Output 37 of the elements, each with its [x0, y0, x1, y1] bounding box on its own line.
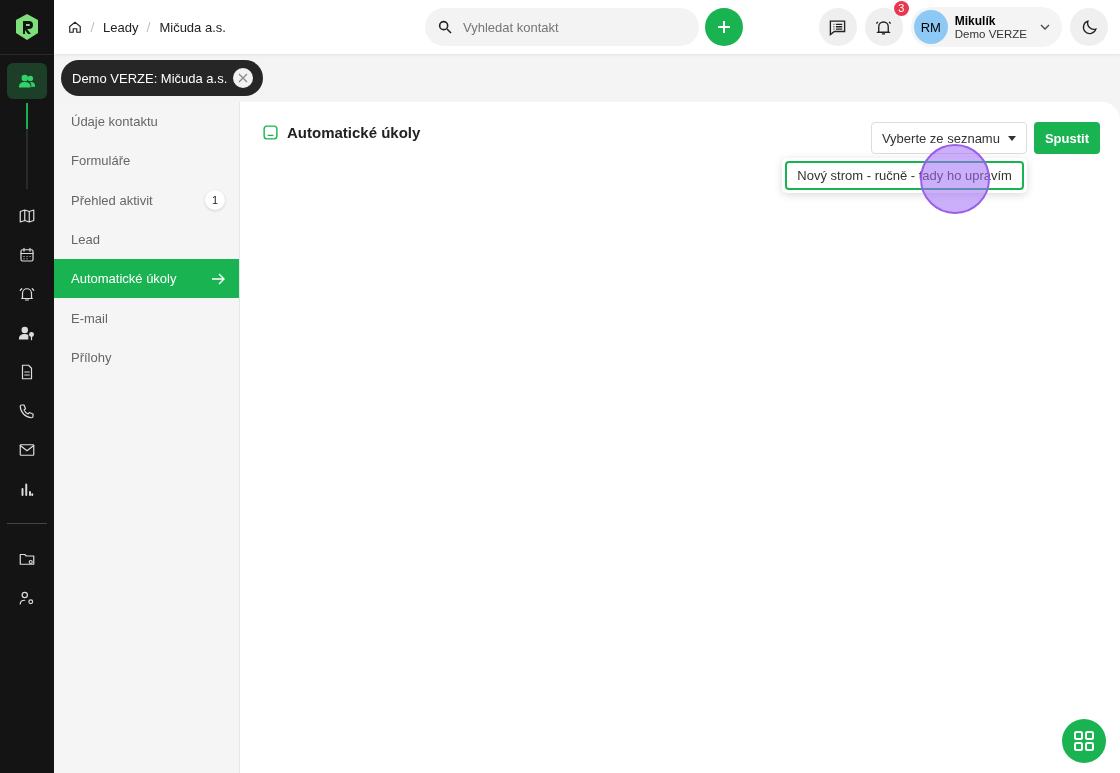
user-menu[interactable]: RM Mikulík Demo VERZE [910, 7, 1062, 47]
breadcrumb-link[interactable]: Mičuda a.s. [159, 19, 226, 35]
people-icon[interactable] [7, 63, 47, 99]
logo-icon[interactable] [14, 13, 40, 41]
apps-button[interactable] [1062, 719, 1106, 763]
chevron-down-icon [1040, 22, 1050, 32]
add-button[interactable] [705, 8, 743, 46]
search-icon [437, 19, 453, 35]
user-avatar: RM [913, 10, 948, 44]
record-tab[interactable]: Demo VERZE: Mičuda a.s. [61, 60, 264, 96]
breadcrumb-link[interactable]: Leady [103, 19, 139, 35]
user-company: Demo VERZE [954, 28, 1027, 40]
menu-item[interactable]: E-mail [54, 298, 239, 338]
menu-item[interactable]: Přílohy [54, 337, 239, 378]
breadcrumb-separator-icon [146, 22, 152, 32]
menu-item[interactable]: Údaje kontaktu [54, 102, 239, 142]
search-field[interactable]: Vyhledat kontakt [425, 8, 699, 46]
user-name: Mikulík [954, 14, 997, 28]
count-badge: 1 [205, 190, 225, 211]
message-list-icon [828, 17, 848, 37]
dark-mode-button[interactable] [1070, 8, 1108, 46]
dropdown-option[interactable]: Nový strom - ručně - tady ho upravím [785, 161, 1024, 190]
menu-item[interactable]: Přehled aktivit 1 [54, 180, 239, 220]
messages-button[interactable] [818, 8, 857, 46]
plus-icon [716, 19, 732, 35]
select-dropdown[interactable]: Vyberte ze seznamu [870, 122, 1027, 154]
robot-icon [262, 124, 279, 141]
home-icon[interactable] [68, 20, 82, 34]
panel-title: Automatické úkoly [287, 124, 421, 141]
grid-icon [1073, 730, 1095, 752]
close-icon[interactable] [233, 68, 254, 88]
menu-item[interactable]: Formuláře [54, 141, 239, 181]
notification-badge: 3 [893, 1, 909, 16]
caret-icon [1007, 135, 1016, 141]
arrow-right-icon [211, 271, 225, 286]
menu-item[interactable]: Lead [54, 219, 239, 260]
breadcrumb-separator-icon [90, 22, 95, 32]
